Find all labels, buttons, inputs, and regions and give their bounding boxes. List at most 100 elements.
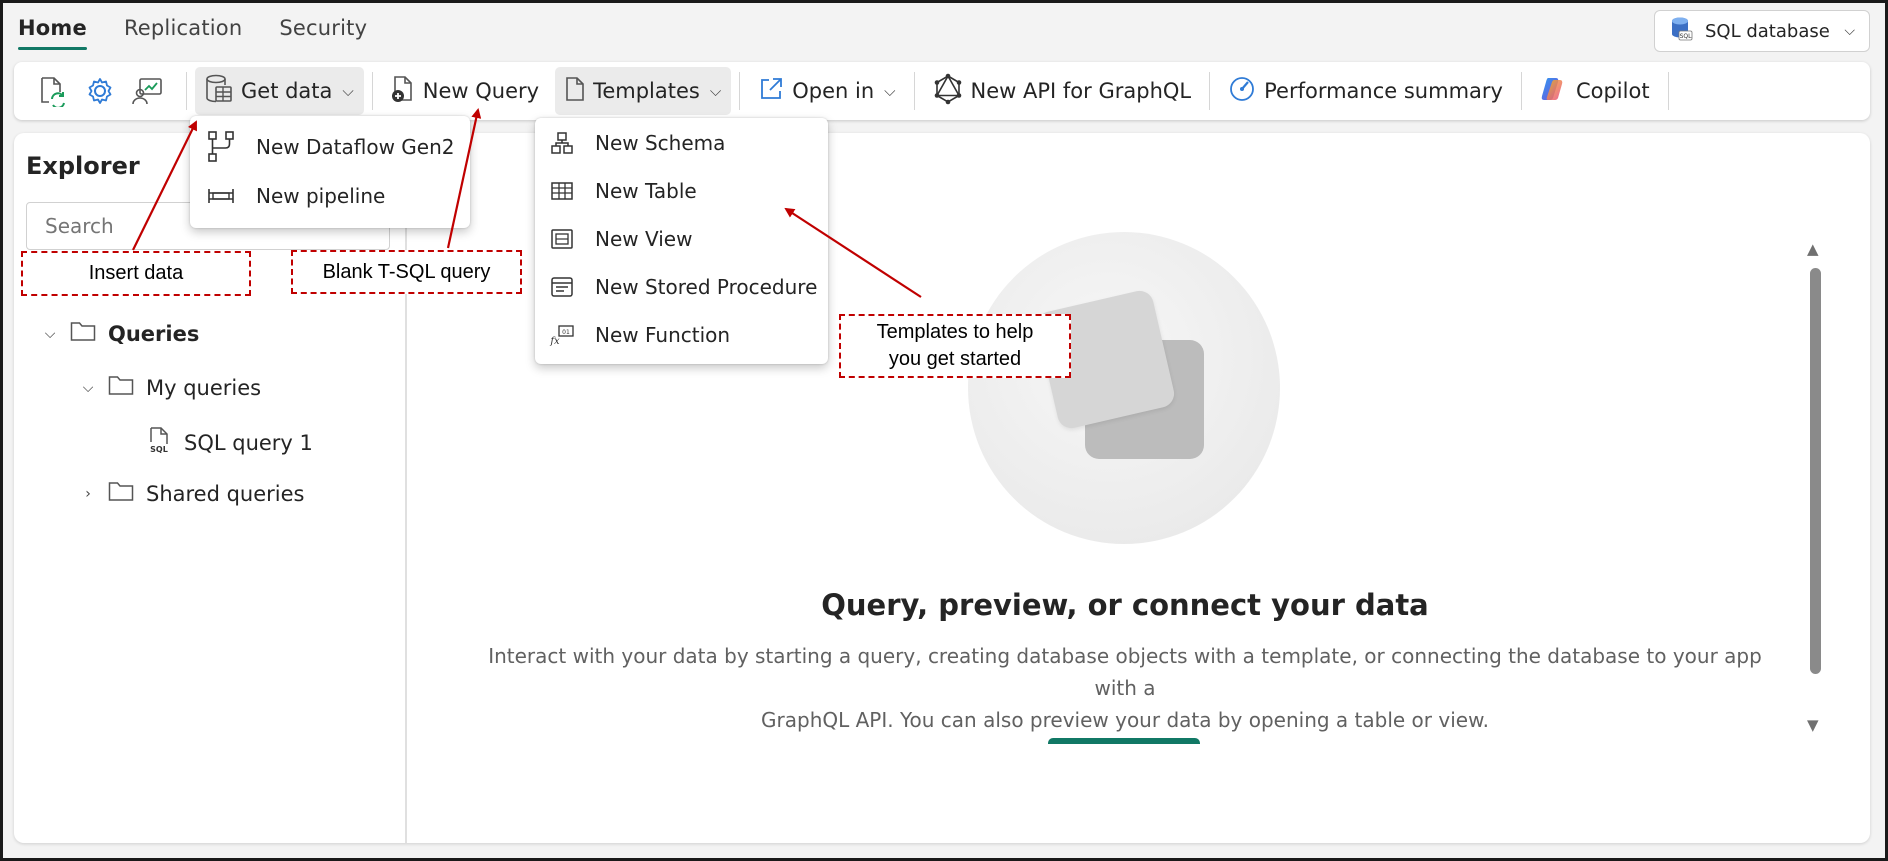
separator xyxy=(1667,72,1669,110)
svg-text:01: 01 xyxy=(562,329,570,336)
menu-label: New Dataflow Gen2 xyxy=(256,135,455,159)
separator xyxy=(1520,72,1522,110)
menu-item-new-pipeline[interactable]: New pipeline xyxy=(206,184,385,208)
sql-database-button[interactable]: SQL SQL database ⌵ xyxy=(1654,10,1870,52)
separator xyxy=(739,72,741,110)
empty-state-title: Query, preview, or connect your data xyxy=(821,588,1429,622)
menu-item-new-dataflow[interactable]: New Dataflow Gen2 xyxy=(206,130,455,164)
settings-icon[interactable] xyxy=(82,73,118,109)
copilot-button[interactable]: Copilot xyxy=(1530,67,1660,115)
new-api-graphql-button[interactable]: New API for GraphQL xyxy=(923,67,1202,115)
svg-text:SQL: SQL xyxy=(1680,33,1693,40)
separator xyxy=(1209,72,1211,110)
chevron-down-icon: ⌵ xyxy=(44,325,56,342)
function-icon: 01 fx xyxy=(547,324,577,346)
table-icon xyxy=(547,181,577,201)
explorer-divider[interactable] xyxy=(405,133,407,843)
annotation-text: you get started xyxy=(888,348,1022,370)
tab-replication[interactable]: Replication xyxy=(124,12,242,50)
folder-icon xyxy=(70,320,96,347)
menu-item-new-table[interactable]: New Table xyxy=(547,179,697,203)
chevron-down-icon: ⌵ xyxy=(709,82,722,100)
get-data-button[interactable]: Get data ⌵ xyxy=(195,67,364,115)
get-data-menu: New Dataflow Gen2 New pipeline xyxy=(190,116,470,228)
tree-item-my-queries[interactable]: ⌵ My queries xyxy=(80,374,261,401)
document-icon xyxy=(565,76,585,107)
annotation-text: Templates to help xyxy=(876,321,1034,343)
explorer-title: Explorer xyxy=(26,152,140,180)
database-table-icon xyxy=(205,74,233,109)
scroll-up-icon[interactable]: ▲ xyxy=(1807,240,1819,258)
menu-item-new-view[interactable]: New View xyxy=(547,227,692,251)
templates-button[interactable]: Templates ⌵ xyxy=(555,67,732,115)
view-icon xyxy=(547,228,577,250)
gauge-icon xyxy=(1228,75,1256,108)
menu-item-new-function[interactable]: 01 fx New Function xyxy=(547,323,730,347)
copilot-icon xyxy=(1540,75,1568,108)
tree-item-queries[interactable]: ⌵ Queries xyxy=(42,320,200,347)
svg-text:fx: fx xyxy=(549,336,560,346)
primary-action-button[interactable] xyxy=(1048,738,1200,744)
folder-icon xyxy=(108,374,134,401)
tree-label-sql-query: SQL query 1 xyxy=(184,430,313,455)
menu-label: New View xyxy=(595,227,693,251)
menu-item-new-schema[interactable]: New Schema xyxy=(547,131,725,155)
new-query-button[interactable]: New Query xyxy=(381,67,549,115)
dataflow-icon xyxy=(206,130,236,164)
chevron-down-icon: ⌵ xyxy=(884,82,896,100)
chevron-down-icon: ⌵ xyxy=(1844,23,1855,39)
performance-summary-button[interactable]: Performance summary xyxy=(1218,67,1513,115)
separator xyxy=(913,72,915,110)
tab-security[interactable]: Security xyxy=(279,12,367,50)
annotation-templates: Templates to help you get started xyxy=(839,314,1071,378)
empty-state-description: Interact with your data by starting a qu… xyxy=(470,640,1780,736)
separator xyxy=(186,72,187,110)
sql-database-icon: SQL xyxy=(1669,16,1693,47)
refresh-icon[interactable] xyxy=(34,73,70,109)
annotation-text: Blank T-SQL query xyxy=(322,260,491,283)
menu-label: New Schema xyxy=(595,131,726,155)
templates-label: Templates xyxy=(593,79,700,103)
chevron-down-icon: ⌵ xyxy=(82,379,94,396)
menu-label: New Function xyxy=(595,323,731,347)
tree-label-shared-queries: Shared queries xyxy=(146,481,305,506)
new-api-graphql-label: New API for GraphQL xyxy=(970,79,1192,103)
get-data-label: Get data xyxy=(241,79,333,103)
scroll-down-icon[interactable]: ▼ xyxy=(1807,716,1819,734)
copilot-label: Copilot xyxy=(1575,79,1650,103)
schema-icon xyxy=(547,131,577,155)
tab-home[interactable]: Home xyxy=(18,12,87,50)
chevron-right-icon: › xyxy=(85,485,91,502)
top-tabs: Home Replication Security xyxy=(18,12,404,50)
open-in-button[interactable]: Open in ⌵ xyxy=(748,67,905,115)
folder-icon xyxy=(108,480,134,507)
sql-file-icon: SQL xyxy=(146,426,172,459)
open-in-label: Open in xyxy=(792,79,875,103)
new-query-label: New Query xyxy=(422,79,540,103)
tree-label-my-queries: My queries xyxy=(146,375,262,400)
tree-item-shared-queries[interactable]: › Shared queries xyxy=(80,480,305,507)
empty-state-description-line: GraphQL API. You can also preview your d… xyxy=(761,708,1489,732)
annotation-insert-data: Insert data xyxy=(21,251,251,296)
menu-item-new-stored-procedure[interactable]: New Stored Procedure xyxy=(547,275,817,299)
pipeline-icon xyxy=(206,185,236,207)
tree-item-sql-query[interactable]: SQL SQL query 1 xyxy=(146,426,313,459)
open-external-icon xyxy=(758,76,784,107)
new-query-icon xyxy=(391,75,415,108)
graphql-icon xyxy=(933,73,963,110)
performance-summary-label: Performance summary xyxy=(1264,79,1503,103)
share-icon[interactable] xyxy=(130,73,166,109)
svg-text:SQL: SQL xyxy=(150,445,168,454)
tree-label-queries: Queries xyxy=(108,321,200,346)
annotation-text: Insert data xyxy=(88,262,184,284)
menu-label: New Stored Procedure xyxy=(595,275,818,299)
scrollbar-thumb[interactable] xyxy=(1810,268,1821,674)
stored-procedure-icon xyxy=(547,276,577,298)
empty-state-description-line: Interact with your data by starting a qu… xyxy=(488,644,1762,700)
ribbon-toolbar: Get data ⌵ New Query Templates ⌵ Open in… xyxy=(14,62,1870,120)
sql-database-label: SQL database xyxy=(1705,20,1830,42)
separator xyxy=(371,72,373,110)
templates-menu: New Schema New Table New View New Stored… xyxy=(535,118,828,364)
menu-label: New Table xyxy=(595,179,697,203)
annotation-blank-query: Blank T-SQL query xyxy=(291,250,522,294)
